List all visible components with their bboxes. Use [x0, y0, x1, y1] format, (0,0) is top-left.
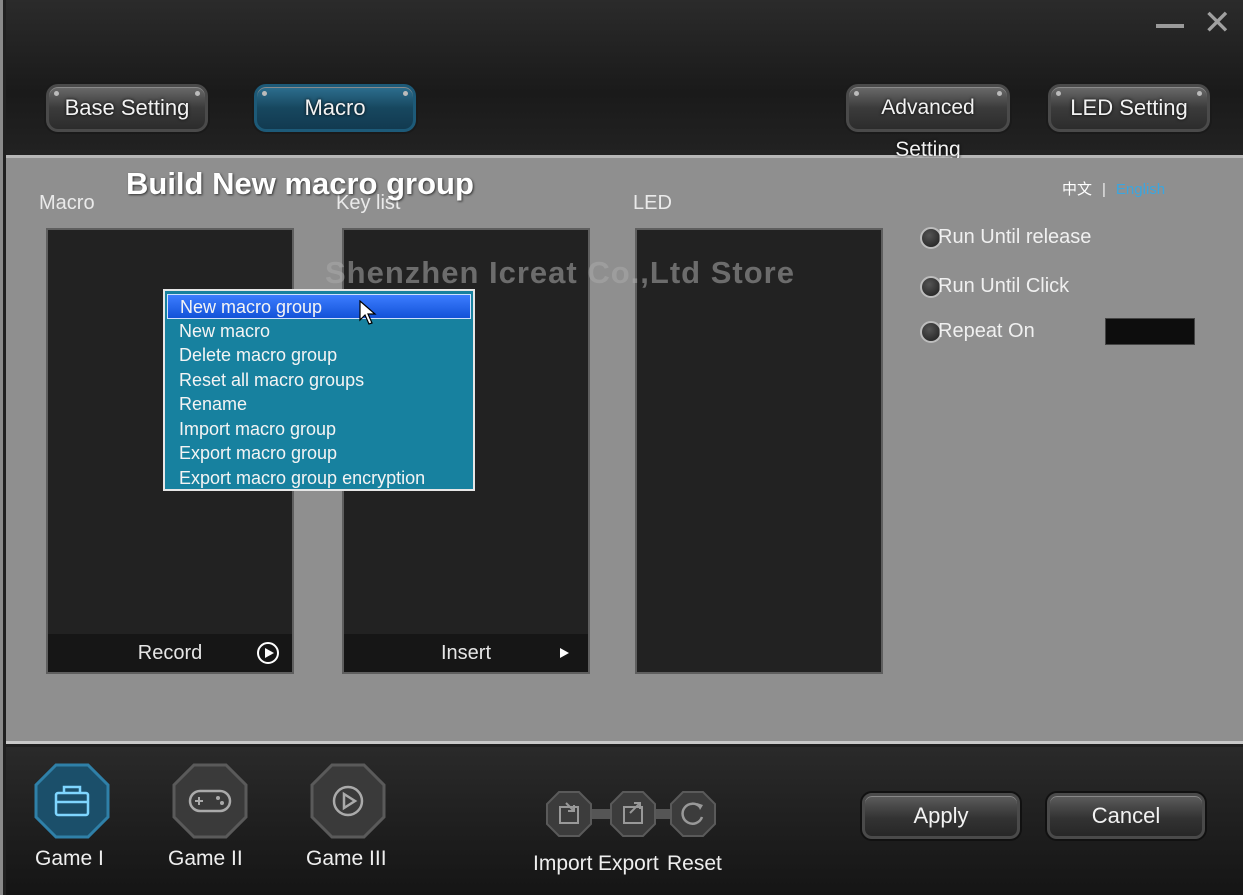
menu-item-rename[interactable]: Rename [165, 392, 473, 417]
menu-item-new-macro-group[interactable]: New macro group [167, 294, 471, 319]
insert-arrow-icon [560, 648, 569, 658]
import-button[interactable] [546, 791, 592, 837]
repeat-on-option[interactable]: Repeat On [920, 320, 1035, 343]
menu-item-export-macro-group-encryption[interactable]: Export macro group encryption [165, 466, 473, 491]
led-panel[interactable] [635, 228, 883, 674]
game-1-label: Game I [35, 847, 104, 870]
run-until-click-option[interactable]: Run Until Click [920, 275, 1069, 298]
menu-item-export-macro-group[interactable]: Export macro group [165, 441, 473, 466]
language-separator: | [1102, 181, 1106, 198]
reset-button[interactable] [670, 791, 716, 837]
export-button[interactable] [610, 791, 656, 837]
minimize-icon[interactable] [1156, 24, 1184, 28]
tab-led-setting[interactable]: LED Setting [1048, 84, 1210, 132]
record-label: Record [137, 642, 203, 664]
record-play-icon [257, 642, 279, 664]
overlay-caption: Build New macro group [126, 166, 474, 201]
app-window: ✕ Base Setting Macro Advanced Setting LE… [0, 0, 1243, 895]
apply-button[interactable]: Apply [862, 793, 1020, 839]
menu-item-reset-all-macro-groups[interactable]: Reset all macro groups [165, 368, 473, 393]
game-3-label: Game III [306, 847, 387, 870]
mouse-cursor-icon [359, 300, 377, 325]
game-2-button[interactable] [172, 763, 248, 839]
run-until-release-option[interactable]: Run Until release [920, 226, 1091, 249]
menu-item-import-macro-group[interactable]: Import macro group [165, 417, 473, 442]
store-watermark: Shenzhen Icreat Co.,Ltd Store [325, 255, 795, 290]
insert-button[interactable]: Insert [344, 634, 588, 672]
tab-macro[interactable]: Macro [254, 84, 416, 132]
reset-label: Reset [667, 852, 722, 875]
menu-item-delete-macro-group[interactable]: Delete macro group [165, 343, 473, 368]
insert-label: Insert [440, 642, 492, 664]
repeat-count-input[interactable] [1105, 318, 1195, 345]
macro-context-menu: New macro group New macro Delete macro g… [163, 289, 475, 491]
game-3-button[interactable] [310, 763, 386, 839]
macro-column-label: Macro [39, 192, 95, 214]
import-label: Import [533, 852, 593, 875]
led-column-label: LED [633, 192, 672, 214]
bottom-bar: Game I Game II Game III Import Export Re… [6, 747, 1243, 895]
close-icon[interactable]: ✕ [1203, 6, 1232, 40]
language-switch: 中文 | English [1062, 178, 1165, 199]
tab-base-setting[interactable]: Base Setting [46, 84, 208, 132]
cancel-button[interactable]: Cancel [1047, 793, 1205, 839]
tab-advanced-setting[interactable]: Advanced Setting [846, 84, 1010, 161]
menu-item-new-macro[interactable]: New macro [165, 319, 473, 344]
game-2-label: Game II [168, 847, 243, 870]
export-label: Export [598, 852, 659, 875]
header-bar: ✕ Base Setting Macro Advanced Setting LE… [6, 0, 1243, 161]
game-1-button[interactable] [34, 763, 110, 839]
language-chinese-link[interactable]: 中文 [1062, 181, 1092, 198]
language-english-link[interactable]: English [1116, 181, 1165, 198]
record-button[interactable]: Record [48, 634, 292, 672]
